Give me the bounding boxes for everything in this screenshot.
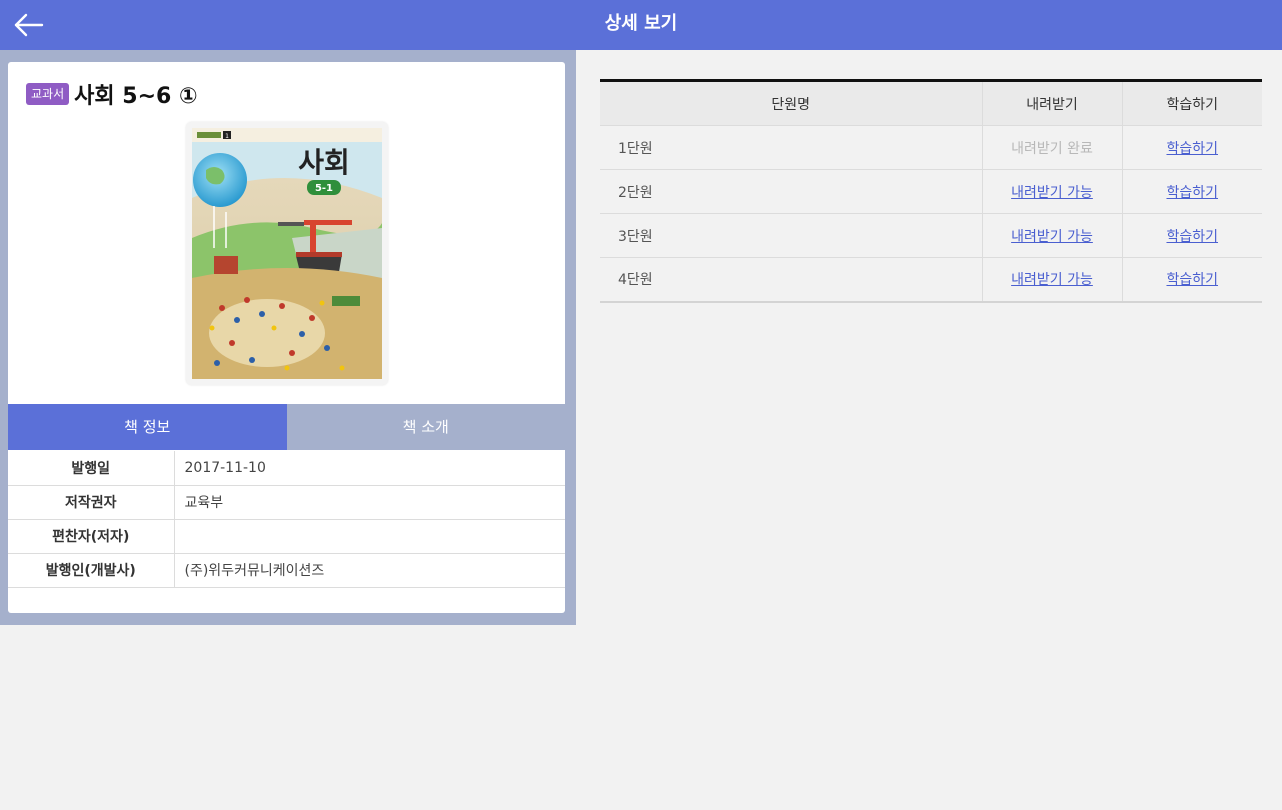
download-link[interactable]: 내려받기 가능 (1011, 229, 1093, 245)
units-table: 단원명 내려받기 학습하기 1단원 내려받기 완료 학습하기 2단원 내려받기 … (600, 79, 1262, 303)
cover-top-mark: 1 (225, 133, 229, 140)
book-card: 교과서 사회 5~6 ① 1 사회 5-1 책 정보 책 소개 발행일 2017… (8, 62, 565, 613)
textbook-badge: 교과서 (26, 83, 70, 105)
book-cover-image: 1 사회 5-1 (192, 128, 382, 379)
info-row-copyright: 저작권자 교육부 (8, 485, 565, 520)
table-row: 2단원 내려받기 가능 학습하기 (600, 169, 1262, 214)
unit-name: 2단원 (600, 169, 982, 214)
book-info-table: 발행일 2017-11-10 저작권자 교육부 편찬자(저자) 발행인(개발사)… (8, 451, 565, 588)
info-key: 저작권자 (8, 485, 175, 520)
study-cell: 학습하기 (1121, 125, 1262, 170)
study-cell: 학습하기 (1121, 257, 1262, 302)
unit-name: 4단원 (600, 257, 982, 302)
info-row-publish-date: 발행일 2017-11-10 (8, 451, 565, 486)
unit-name: 1단원 (600, 125, 982, 170)
unit-name: 3단원 (600, 213, 982, 258)
info-value: 교육부 (174, 485, 565, 520)
tab-book-info[interactable]: 책 정보 (8, 404, 287, 450)
study-link[interactable]: 학습하기 (1166, 185, 1218, 201)
table-row: 4단원 내려받기 가능 학습하기 (600, 257, 1262, 302)
study-link[interactable]: 학습하기 (1166, 229, 1218, 245)
info-row-publisher: 발행인(개발사) (주)위두커뮤니케이션즈 (8, 553, 565, 588)
download-link[interactable]: 내려받기 가능 (1011, 185, 1093, 201)
download-complete-label: 내려받기 완료 (1011, 140, 1093, 157)
book-detail-panel: 교과서 사회 5~6 ① 1 사회 5-1 책 정보 책 소개 발행일 2017… (0, 50, 576, 625)
download-cell: 내려받기 가능 (981, 169, 1122, 214)
download-cell: 내려받기 완료 (981, 125, 1122, 170)
info-key: 발행인(개발사) (8, 553, 175, 588)
top-bar: 상세 보기 (0, 0, 1282, 50)
header-unit-name: 단원명 (600, 80, 982, 126)
cover-volume: 5-1 (315, 183, 333, 194)
header-study: 학습하기 (1121, 80, 1262, 126)
units-header-row: 단원명 내려받기 학습하기 (600, 80, 1262, 126)
study-cell: 학습하기 (1121, 169, 1262, 214)
info-value: 2017-11-10 (174, 451, 565, 486)
info-value: (주)위두커뮤니케이션즈 (174, 553, 565, 588)
table-row: 3단원 내려받기 가능 학습하기 (600, 213, 1262, 258)
book-cover: 1 사회 5-1 (186, 122, 388, 385)
download-cell: 내려받기 가능 (981, 213, 1122, 258)
study-cell: 학습하기 (1121, 213, 1262, 258)
tab-book-intro[interactable]: 책 소개 (286, 404, 565, 450)
info-value (174, 519, 565, 554)
header-download: 내려받기 (981, 80, 1122, 126)
cover-title: 사회 (298, 146, 350, 179)
info-row-author: 편찬자(저자) (8, 519, 565, 554)
book-tabs: 책 정보 책 소개 (8, 404, 565, 450)
book-title: 사회 5~6 ① (74, 84, 198, 109)
study-link[interactable]: 학습하기 (1166, 141, 1218, 157)
info-key: 편찬자(저자) (8, 519, 175, 554)
table-row: 1단원 내려받기 완료 학습하기 (600, 125, 1262, 170)
page-title: 상세 보기 (604, 13, 678, 34)
book-title-row: 교과서 사회 5~6 ① (26, 79, 198, 109)
study-link[interactable]: 학습하기 (1166, 272, 1218, 288)
info-key: 발행일 (8, 451, 175, 486)
download-link[interactable]: 내려받기 가능 (1011, 272, 1093, 288)
download-cell: 내려받기 가능 (981, 257, 1122, 302)
